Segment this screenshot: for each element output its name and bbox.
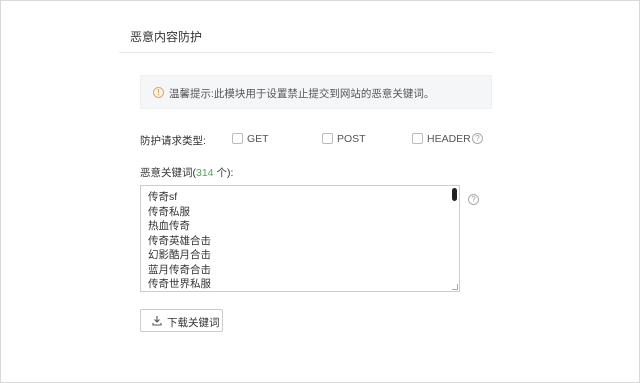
checkbox-header-label[interactable]: HEADER	[427, 133, 471, 145]
page-frame: 恶意内容防护 ! 温馨提示:此模块用于设置禁止提交到网站的恶意关键词。 防护请求…	[0, 0, 640, 383]
help-icon[interactable]: ?	[472, 133, 483, 144]
keywords-label-prefix: 恶意关键词(	[140, 167, 196, 179]
download-icon	[152, 316, 162, 326]
download-keywords-button[interactable]: 下载关键词	[140, 309, 223, 332]
keywords-label-suffix: 个):	[213, 167, 234, 179]
request-types-label: 防护请求类型:	[140, 135, 206, 147]
keyword-item: 传奇英雄合击	[148, 234, 211, 247]
keyword-item: 热血传奇	[148, 220, 190, 232]
keyword-item: 幻影酷月合击	[148, 249, 211, 261]
download-keywords-label: 下载关键词	[167, 317, 220, 329]
checkbox-post[interactable]	[322, 133, 333, 144]
checkbox-header[interactable]	[412, 133, 423, 144]
section-header: 恶意内容防护	[119, 17, 493, 53]
keywords-help-icon[interactable]: ?	[468, 194, 479, 205]
checkbox-post-label[interactable]: POST	[337, 133, 366, 145]
keyword-item: 蓝月传奇合击	[148, 263, 211, 276]
keyword-item: 传奇私服	[148, 205, 190, 218]
request-types-row: 防护请求类型: GET POST HEADER ?	[140, 132, 500, 148]
tip-banner: ! 温馨提示:此模块用于设置禁止提交到网站的恶意关键词。	[140, 75, 492, 109]
keywords-label: 恶意关键词(314 个):	[140, 165, 233, 180]
keywords-textarea[interactable]: 传奇sf 传奇私服热血传奇传奇英雄合击 幻影酷月合击 蓝月传奇合击 传奇世界私服	[140, 185, 460, 292]
checkbox-get-label[interactable]: GET	[247, 133, 269, 145]
warning-icon: !	[153, 87, 164, 98]
keywords-list: 传奇sf 传奇私服热血传奇传奇英雄合击 幻影酷月合击 蓝月传奇合击 传奇世界私服	[148, 190, 211, 291]
section-title: 恶意内容防护	[130, 30, 203, 44]
resize-handle-icon[interactable]	[452, 284, 458, 290]
checkbox-get[interactable]	[232, 133, 243, 144]
keyword-item: 传奇世界私服	[148, 278, 211, 290]
keywords-count: 314	[196, 167, 214, 179]
textarea-scrollbar[interactable]	[452, 188, 457, 201]
tip-text: 温馨提示:此模块用于设置禁止提交到网站的恶意关键词。	[169, 88, 435, 100]
keyword-item: 传奇sf	[148, 191, 178, 203]
